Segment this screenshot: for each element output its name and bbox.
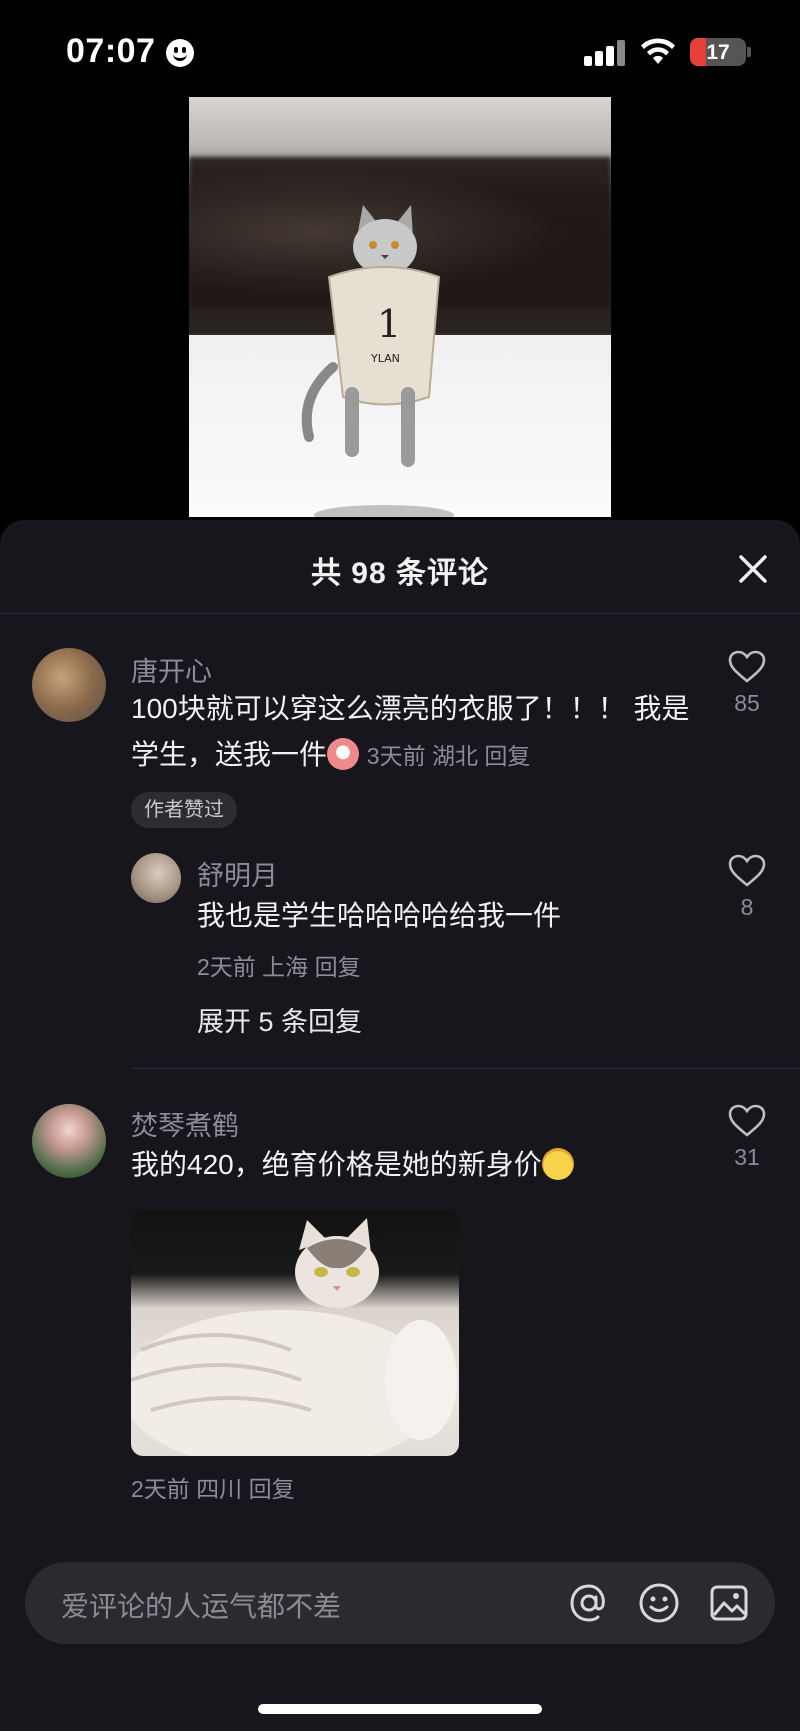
heart-icon: [728, 1104, 766, 1137]
battery-level: 17: [706, 41, 730, 64]
sheet-header: 共 98 条评论: [0, 520, 800, 614]
close-icon[interactable]: [736, 552, 770, 586]
comment-meta[interactable]: 3天前 湖北 回复: [367, 743, 531, 769]
comment-image[interactable]: [131, 1210, 459, 1456]
cat-on-runway-illustration: 1 YLAN: [301, 205, 454, 517]
battery-tip: [747, 47, 751, 57]
svg-text:YLAN: YLAN: [370, 352, 400, 365]
comment-divider: [131, 1068, 800, 1069]
heart-icon: [728, 650, 766, 683]
comment-text: 我的420，绝育价格是她的新身价: [131, 1142, 574, 1188]
like-button[interactable]: 31: [717, 1104, 777, 1171]
author-liked-badge: 作者赞过: [131, 792, 237, 828]
svg-text:1: 1: [377, 302, 401, 346]
like-count: 85: [734, 690, 760, 716]
post-image[interactable]: 1 YLAN: [189, 97, 611, 517]
image-icon[interactable]: [707, 1581, 751, 1625]
comment-count-title: 共 98 条评论: [310, 557, 490, 590]
reply-meta[interactable]: 2天前 上海 回复: [197, 948, 361, 982]
comment-text: 100块就可以穿这么漂亮的衣服了！！！ 我是学生，送我一件 3天前 湖北 回复: [131, 686, 691, 779]
comment-body: 我的420，绝育价格是她的新身价: [131, 1149, 542, 1180]
heart-icon: [728, 854, 766, 887]
comment-input-bar[interactable]: 爱评论的人运气都不差: [25, 1562, 775, 1644]
battery-icon: 17: [690, 38, 746, 66]
status-time: 07:07: [66, 32, 156, 70]
smug-face-emoji-icon: [541, 1148, 574, 1180]
smiley-status-icon: [166, 39, 194, 67]
comment-meta[interactable]: 2天前 四川 回复: [131, 1470, 295, 1504]
avatar[interactable]: [131, 853, 181, 903]
comment-input-placeholder[interactable]: 爱评论的人运气都不差: [61, 1585, 341, 1625]
like-count: 8: [740, 894, 754, 920]
reply-username[interactable]: 舒明月: [197, 854, 278, 893]
cellular-signal-icon: [584, 40, 626, 66]
like-button[interactable]: 85: [717, 650, 777, 717]
wifi-icon: [641, 38, 675, 64]
comment-username[interactable]: 唐开心: [131, 650, 212, 689]
like-button[interactable]: 8: [717, 854, 777, 921]
like-count: 31: [734, 1144, 760, 1170]
status-bar: 07:07 17: [0, 0, 800, 100]
comment-sheet: 共 98 条评论 唐开心 100块就可以穿这么漂亮的衣服了！！！ 我是学生，送我…: [0, 520, 800, 1731]
reply-text: 我也是学生哈哈哈哈给我一件: [197, 900, 562, 931]
expand-replies-button[interactable]: 展开 5 条回复: [197, 1000, 362, 1039]
home-indicator[interactable]: [258, 1704, 542, 1714]
smiley-icon[interactable]: [637, 1581, 681, 1625]
blush-face-emoji-icon: [327, 738, 360, 770]
at-icon[interactable]: [567, 1581, 611, 1625]
avatar[interactable]: [32, 648, 106, 722]
avatar[interactable]: [32, 1104, 106, 1178]
cat-photo: [131, 1218, 457, 1456]
comment-username[interactable]: 焚琴煮鹤: [131, 1104, 239, 1143]
